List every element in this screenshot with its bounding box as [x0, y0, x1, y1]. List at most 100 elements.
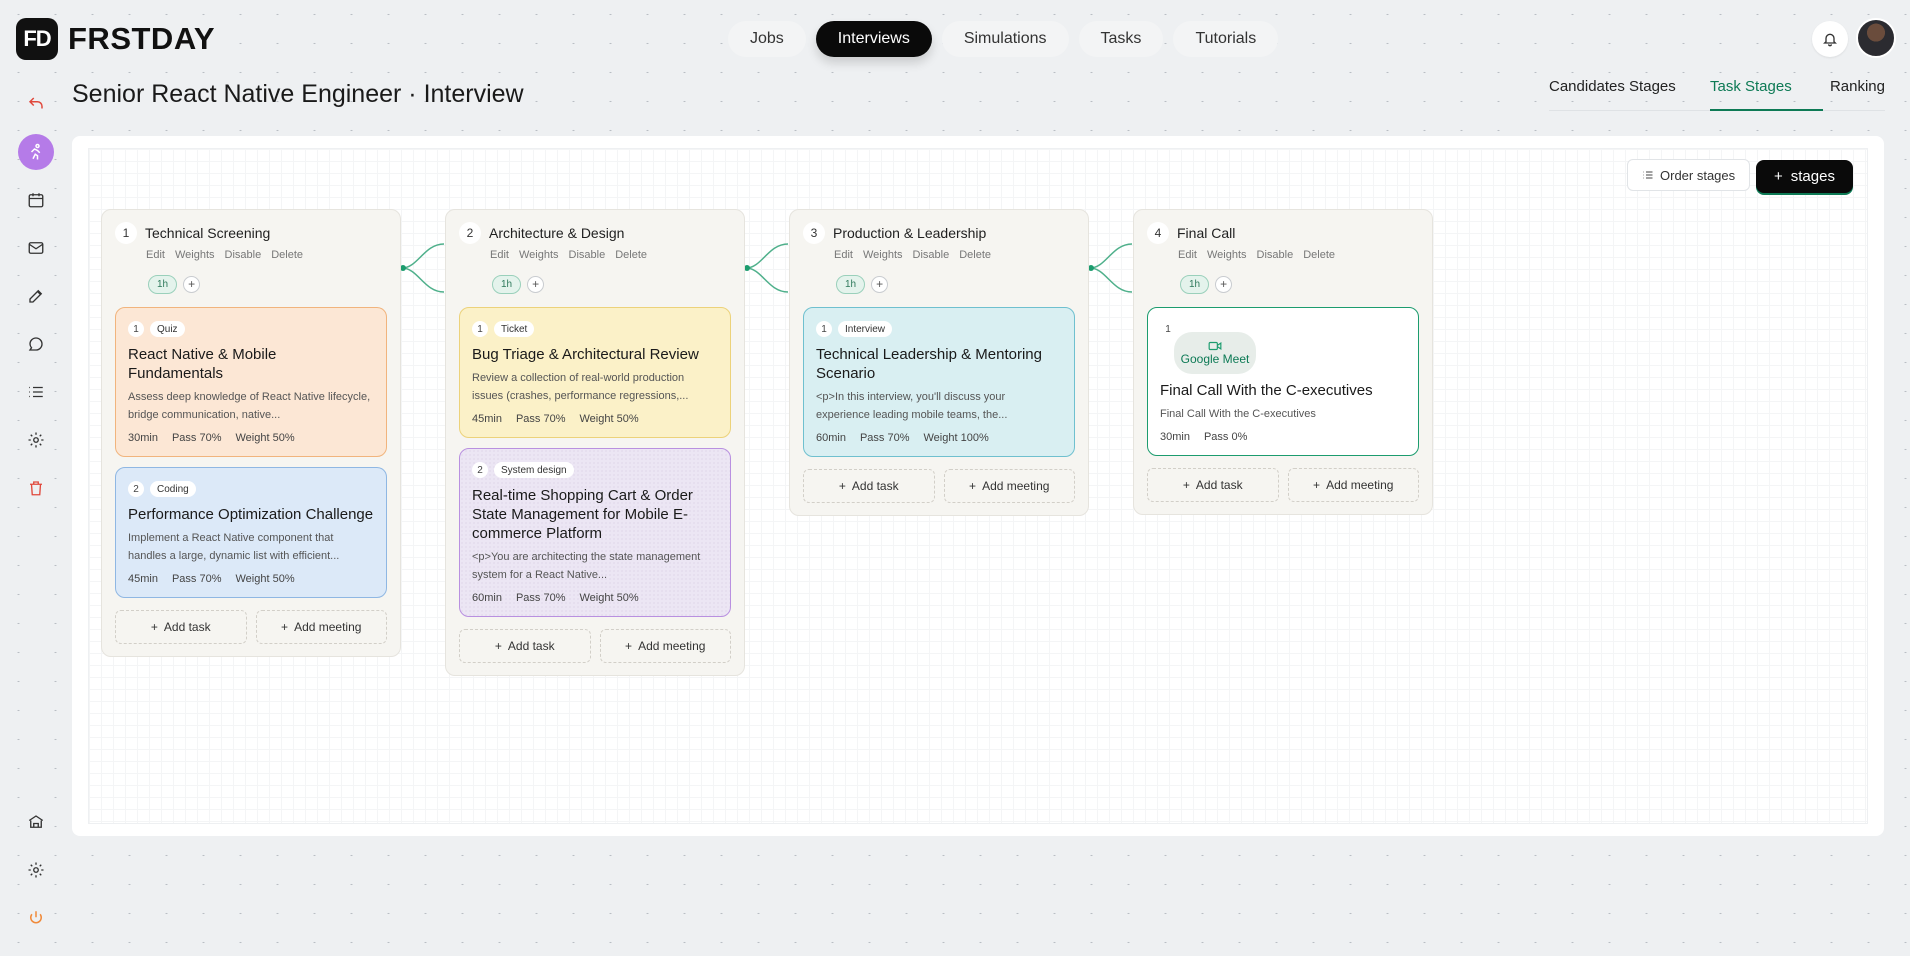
add-task-button[interactable]: + Add task — [115, 610, 247, 644]
task-description: <p>In this interview, you'll discuss you… — [816, 391, 1008, 421]
task-card[interactable]: 1 Ticket Bug Triage & Architectural Revi… — [459, 307, 731, 438]
task-number: 1 — [472, 321, 488, 337]
add-chip-button[interactable]: + — [871, 275, 889, 293]
nav-tab-tasks[interactable]: Tasks — [1078, 21, 1164, 57]
stage-disable-link[interactable]: Disable — [569, 249, 606, 261]
add-chip-button[interactable]: + — [1215, 275, 1233, 293]
task-description: Assess deep knowledge of React Native li… — [128, 391, 371, 421]
add-meeting-label: Add meeting — [982, 479, 1050, 493]
task-card[interactable]: 1 Quiz React Native & Mobile Fundamental… — [115, 307, 387, 457]
stage-edit-link[interactable]: Edit — [146, 249, 165, 261]
logo[interactable]: FD FRSTDAY — [16, 18, 215, 60]
stage-subnav: Candidates Stages Task Stages Ranking — [1549, 78, 1885, 111]
notifications-button[interactable] — [1812, 21, 1848, 57]
stage-delete-link[interactable]: Delete — [271, 249, 303, 261]
sidebar-item-delete[interactable] — [18, 470, 54, 506]
mail-icon — [28, 242, 44, 254]
task-number: 1 — [816, 321, 832, 337]
task-pass: Pass 0% — [1203, 431, 1248, 443]
add-task-button[interactable]: + Add task — [803, 469, 935, 503]
sidebar-item-list[interactable] — [18, 374, 54, 410]
sidebar-item-mail[interactable] — [18, 230, 54, 266]
task-duration: 30min — [1160, 431, 1190, 443]
stage-weights-link[interactable]: Weights — [519, 249, 559, 261]
task-duration: 30min — [128, 432, 158, 444]
add-stage-label: stages — [1790, 168, 1835, 185]
add-task-button[interactable]: + Add task — [1147, 468, 1279, 502]
stage-duration-chip[interactable]: 1h — [836, 274, 866, 294]
sidebar-item-logout[interactable] — [18, 900, 54, 936]
meeting-card[interactable]: 1 Google Meet Final Call With the C-exec… — [1147, 307, 1419, 456]
task-pass: Pass 70% — [859, 432, 910, 444]
add-meeting-button[interactable]: + Add meeting — [1287, 468, 1419, 502]
stage-connector-2-3 — [744, 243, 789, 293]
add-meeting-button[interactable]: + Add meeting — [599, 629, 731, 663]
sidebar-item-edit[interactable] — [18, 278, 54, 314]
tab-candidates-stages[interactable]: Candidates Stages — [1549, 78, 1710, 111]
nav-tab-simulations[interactable]: Simulations — [941, 21, 1069, 57]
add-task-button[interactable]: + Add task — [459, 629, 591, 663]
stage-disable-link[interactable]: Disable — [1257, 249, 1294, 261]
tab-ranking[interactable]: Ranking — [1823, 78, 1885, 111]
stage-edit-link[interactable]: Edit — [1178, 249, 1197, 261]
building-icon — [28, 815, 44, 828]
add-meeting-button[interactable]: + Add meeting — [943, 469, 1075, 503]
stage-number: 3 — [803, 222, 825, 244]
gear-icon — [28, 432, 44, 448]
stage-delete-link[interactable]: Delete — [615, 249, 647, 261]
task-weight: Weight 50% — [579, 413, 639, 425]
add-meeting-button[interactable]: + Add meeting — [255, 610, 387, 644]
add-meeting-label: Add meeting — [638, 639, 706, 653]
nav-tab-interviews[interactable]: Interviews — [815, 21, 932, 57]
task-title: Bug Triage & Architectural Review — [472, 346, 699, 363]
task-card[interactable]: 1 Interview Technical Leadership & Mento… — [803, 307, 1075, 457]
plus-icon: + — [1313, 478, 1321, 492]
stage-weights-link[interactable]: Weights — [1207, 249, 1247, 261]
sidebar-item-calendar[interactable] — [18, 182, 54, 218]
add-stage-button[interactable]: + stages — [1756, 160, 1853, 193]
list-icon — [29, 386, 43, 398]
task-number: 1 — [1160, 321, 1176, 337]
undo-icon — [28, 97, 43, 109]
order-stages-button[interactable]: Order stages — [1627, 159, 1751, 191]
stage-duration-chip[interactable]: 1h — [492, 274, 522, 294]
sidebar-item-settings[interactable] — [18, 422, 54, 458]
stage-delete-link[interactable]: Delete — [959, 249, 991, 261]
nav-tab-jobs[interactable]: Jobs — [728, 21, 806, 57]
add-meeting-label: Add meeting — [294, 620, 362, 634]
task-title: Technical Leadership & Mentoring Scenari… — [816, 346, 1042, 382]
stage-number: 4 — [1147, 222, 1169, 244]
stage-delete-link[interactable]: Delete — [1303, 249, 1335, 261]
sidebar-item-interview[interactable] — [18, 134, 54, 170]
add-meeting-label: Add meeting — [1326, 478, 1394, 492]
sidebar-back-button[interactable] — [18, 86, 54, 122]
stage-edit-link[interactable]: Edit — [834, 249, 853, 261]
stage-weights-link[interactable]: Weights — [863, 249, 903, 261]
add-chip-button[interactable]: + — [183, 275, 201, 293]
logo-text: FRSTDAY — [68, 21, 216, 56]
task-card[interactable]: 2 Coding Performance Optimization Challe… — [115, 467, 387, 598]
stage-disable-link[interactable]: Disable — [913, 249, 950, 261]
sidebar-item-company[interactable] — [18, 804, 54, 840]
task-weight: Weight 50% — [579, 592, 639, 604]
stage-weights-link[interactable]: Weights — [175, 249, 215, 261]
task-type-badge: Quiz — [150, 321, 185, 337]
task-title: React Native & Mobile Fundamentals — [128, 346, 277, 382]
sidebar-item-chat[interactable] — [18, 326, 54, 362]
stage-title: Final Call — [1177, 225, 1236, 241]
tab-task-stages[interactable]: Task Stages — [1710, 78, 1823, 111]
add-chip-button[interactable]: + — [527, 275, 545, 293]
stage-duration-chip[interactable]: 1h — [148, 274, 178, 294]
task-card[interactable]: 2 System design Real-time Shopping Cart … — [459, 448, 731, 617]
plus-icon: + — [625, 639, 633, 653]
power-icon — [30, 911, 42, 924]
task-pass: Pass 70% — [515, 413, 566, 425]
task-number: 2 — [128, 481, 144, 497]
user-avatar[interactable] — [1856, 18, 1896, 58]
stage-duration-chip[interactable]: 1h — [1180, 274, 1210, 294]
nav-tab-tutorials[interactable]: Tutorials — [1173, 21, 1279, 57]
stage-disable-link[interactable]: Disable — [225, 249, 262, 261]
task-title: Real-time Shopping Cart & Order State Ma… — [472, 487, 693, 542]
stage-edit-link[interactable]: Edit — [490, 249, 509, 261]
sidebar-item-preferences[interactable] — [18, 852, 54, 888]
